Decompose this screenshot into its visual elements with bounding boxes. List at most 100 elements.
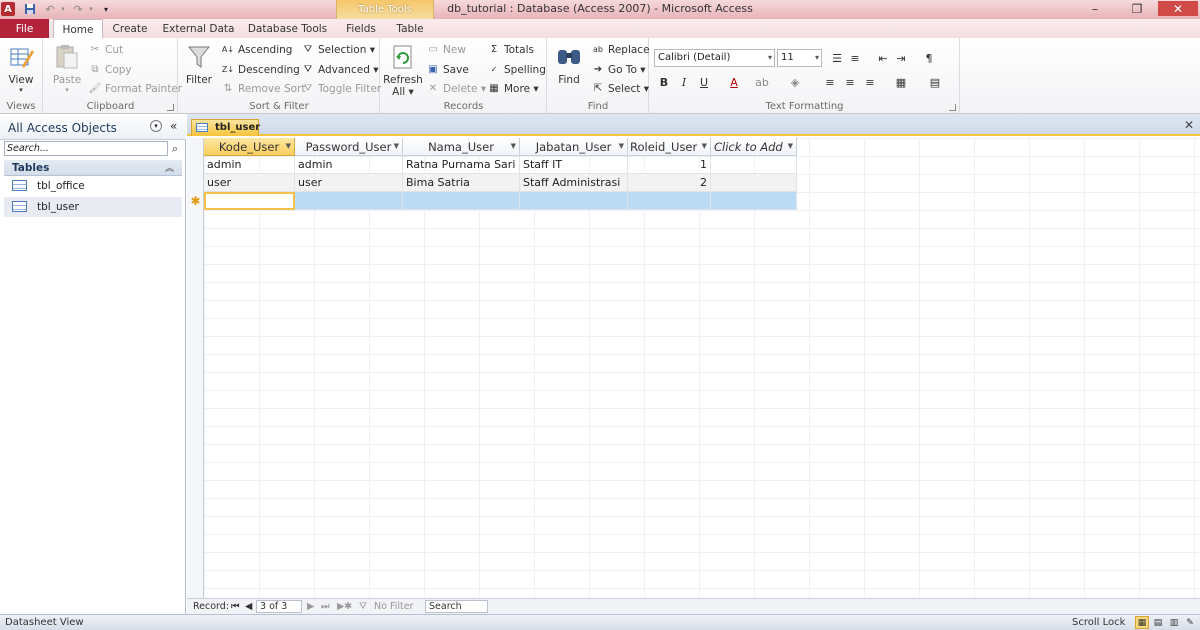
font-size-select[interactable]: 11 ▾ [777,49,822,67]
current-record-input[interactable]: 3 of 3 [256,600,302,613]
copy-button[interactable]: ⧉ Copy [88,63,131,76]
decrease-indent-icon[interactable]: ⇤ [874,50,892,66]
table-cell[interactable]: Staff IT [520,156,628,174]
table-cell[interactable] [403,192,520,210]
last-record-icon[interactable]: ⏭ [321,601,330,612]
minimize-button[interactable]: – [1082,1,1108,16]
new-record-marker-icon[interactable]: ✱ [187,192,204,210]
numbering-icon[interactable]: ≡ [846,50,864,66]
select-button[interactable]: ⇱ Select ▾ [591,82,649,95]
close-button[interactable]: ✕ [1158,1,1198,16]
previous-record-icon[interactable]: ◀ [245,601,252,612]
search-icon[interactable]: ⌕ [168,141,182,156]
table-cell[interactable]: Staff Administrasi [520,174,628,192]
table-cell[interactable] [520,192,628,210]
table-cell[interactable] [711,174,797,192]
column-dropdown-icon[interactable]: ▼ [619,142,624,150]
column-dropdown-icon[interactable]: ▼ [286,142,291,150]
background-color-icon[interactable]: ab [753,74,771,90]
column-dropdown-icon[interactable]: ▼ [394,142,399,150]
nav-pane-header[interactable]: All Access Objects ▾ « [0,114,186,140]
column-dropdown-icon[interactable]: ▼ [702,142,707,150]
no-filter-button[interactable]: No Filter [374,601,413,612]
align-center-icon[interactable]: ≡ [841,74,859,90]
table-cell[interactable]: Ratna Purnama Sari [403,156,520,174]
table-cell[interactable] [711,156,797,174]
close-document-icon[interactable]: ✕ [1184,118,1194,132]
font-color-icon[interactable]: A [725,74,743,90]
table-cell[interactable] [711,192,797,210]
filter-button[interactable]: Filter [184,42,214,86]
new-record-row[interactable] [204,192,797,210]
tab-fields[interactable]: Fields [339,19,383,38]
table-cell[interactable]: 2 [628,174,711,192]
table-cell[interactable] [628,192,711,210]
save-record-button[interactable]: ▣ Save [426,63,469,76]
replace-button[interactable]: ab Replace [591,43,650,56]
nav-item-tbl-office[interactable]: tbl_office [4,176,182,196]
find-button[interactable]: Find [552,42,586,86]
no-filter-icon[interactable]: ⛛ [359,601,367,612]
nav-search-input[interactable]: Search... [4,141,168,156]
table-row[interactable]: admin admin Ratna Purnama Sari Staff IT … [204,156,797,174]
totals-button[interactable]: Σ Totals [487,43,534,56]
delete-record-button[interactable]: ✕ Delete ▾ [426,82,486,95]
paragraph-direction-icon[interactable]: ¶ [920,50,938,66]
active-cell[interactable] [204,192,295,210]
clipboard-launcher-icon[interactable] [167,104,174,111]
align-right-icon[interactable]: ≡ [861,74,879,90]
new-record-button[interactable]: ▭ New [426,43,466,56]
table-cell[interactable] [295,192,403,210]
column-header-nama-user[interactable]: Nama_User ▼ [403,138,520,156]
toggle-filter-button[interactable]: ⛛ Toggle Filter [301,82,381,95]
nav-item-tbl-user[interactable]: tbl_user [4,197,182,217]
column-dropdown-icon[interactable]: ▼ [511,142,516,150]
table-cell[interactable]: user [295,174,403,192]
datasheet-grid[interactable]: Kode_User ▼ Password_User ▼ Nama_User ▼ Jab… [187,138,1200,598]
table-cell[interactable]: user [204,174,295,192]
table-cell[interactable]: admin [204,156,295,174]
record-search-input[interactable]: Search [425,600,488,613]
view-button[interactable]: View ▾ [6,42,36,94]
selection-button[interactable]: ⛛ Selection ▾ [301,43,375,56]
paste-button[interactable]: Paste ▾ [52,42,82,94]
italic-icon[interactable]: I [675,74,693,90]
tab-table[interactable]: Table [388,19,432,38]
tables-section-header[interactable]: Tables ︽ [4,160,182,176]
tab-home[interactable]: Home [53,19,103,39]
table-cell[interactable]: 1 [628,156,711,174]
descending-button[interactable]: Z↓ Descending [221,63,300,76]
next-record-icon[interactable]: ▶ [307,601,314,612]
align-left-icon[interactable]: ≡ [821,74,839,90]
shutter-bar-collapse-icon[interactable]: « [170,119,177,133]
pivot-table-view-icon[interactable]: ▤ [1151,616,1165,629]
format-painter-button[interactable]: 🖌 Format Painter [88,82,182,95]
tab-database-tools[interactable]: Database Tools [244,19,331,38]
ascending-button[interactable]: A↓ Ascending [221,43,293,56]
tab-file[interactable]: File [0,19,49,38]
bullets-icon[interactable]: ☰ [828,50,846,66]
nav-menu-dropdown-icon[interactable]: ▾ [150,120,162,132]
advanced-button[interactable]: ⛛ Advanced ▾ [301,63,379,76]
pivot-chart-view-icon[interactable]: ▥ [1167,616,1181,629]
increase-indent-icon[interactable]: ⇥ [892,50,910,66]
design-view-icon[interactable]: ✎ [1183,616,1197,629]
refresh-all-button[interactable]: Refresh All ▾ [383,42,423,98]
datasheet-format-icon[interactable]: ▤ [926,74,944,90]
datasheet-view-icon[interactable]: ▦ [1135,616,1149,629]
table-row[interactable]: user user Bima Satria Staff Administrasi… [204,174,797,192]
remove-sort-button[interactable]: ⇅ Remove Sort [221,82,306,95]
first-record-icon[interactable]: ⏮ [231,601,240,612]
document-tab-tbl-user[interactable]: tbl_user [191,119,260,136]
column-header-password-user[interactable]: Password_User ▼ [295,138,403,156]
new-blank-record-icon[interactable]: ▶✱ [337,601,352,612]
gridlines-icon[interactable]: ▦ [892,74,910,90]
column-header-click-to-add[interactable]: Click to Add ▼ [711,138,797,156]
font-name-select[interactable]: Calibri (Detail) ▾ [654,49,775,67]
cut-button[interactable]: ✂ Cut [88,43,123,56]
underline-icon[interactable]: U [695,74,713,90]
table-cell[interactable]: Bima Satria [403,174,520,192]
maximize-button[interactable]: ❐ [1124,1,1150,16]
text-formatting-launcher-icon[interactable] [949,104,956,111]
column-dropdown-icon[interactable]: ▼ [788,142,793,150]
